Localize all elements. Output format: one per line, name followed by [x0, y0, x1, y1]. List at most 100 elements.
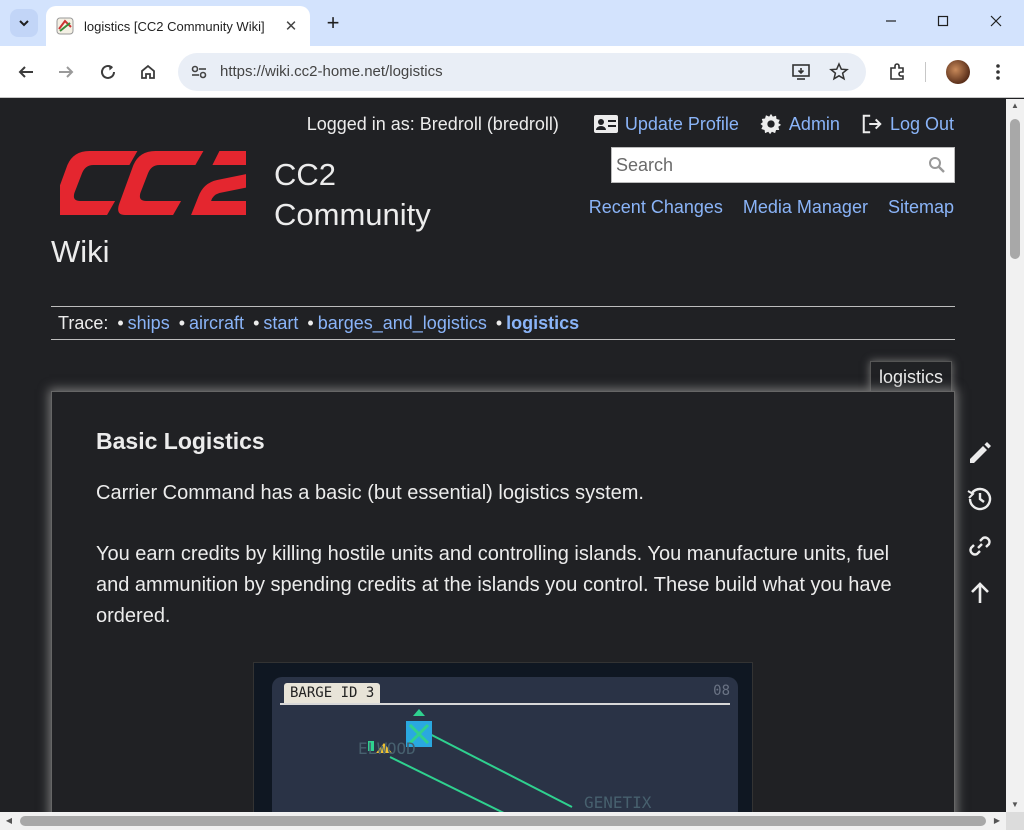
minimize-icon [886, 20, 896, 22]
scroll-right-arrow[interactable]: ▶ [990, 812, 1004, 830]
forward-button[interactable] [51, 57, 81, 87]
paragraph-credits: You earn credits by killing hostile unit… [96, 543, 892, 627]
barge-route-map [368, 709, 573, 812]
barge-label-text: BARGE ID 3 [290, 685, 375, 701]
admin-link[interactable]: Admin [759, 113, 840, 135]
install-app-icon[interactable] [790, 61, 812, 83]
arrow-up-icon [971, 582, 989, 603]
maximize-icon [937, 15, 949, 27]
page-content: Basic Logistics Carrier Command has a ba… [51, 391, 955, 812]
island-label-elwood: ELWOOD [358, 739, 416, 758]
url-text[interactable]: https://wiki.cc2-home.net/logistics [220, 63, 443, 80]
media-manager-link[interactable]: Media Manager [743, 197, 868, 218]
chevron-down-icon [19, 20, 29, 27]
site-title-line2: Community [274, 197, 431, 232]
breadcrumb: Trace: • ships • aircraft • start • barges_a… [51, 306, 955, 340]
back-button[interactable] [11, 57, 41, 87]
scroll-up-arrow[interactable]: ▲ [1006, 99, 1024, 113]
sitemap-link[interactable]: Sitemap [888, 197, 954, 218]
scrollbar-corner [1006, 812, 1024, 830]
trace-item-barges[interactable]: barges_and_logistics [318, 313, 487, 333]
horizontal-scroll-thumb[interactable] [20, 816, 986, 826]
trace-item-ships[interactable]: ships [128, 313, 170, 333]
history-icon [967, 487, 992, 511]
island-label-genetix: GENETIX [584, 793, 652, 812]
site-tools: Recent Changes Media Manager Sitemap [589, 197, 954, 218]
trace-separator: • [178, 313, 186, 333]
reload-icon [101, 64, 115, 79]
link-icon [969, 536, 991, 556]
home-button[interactable] [133, 57, 163, 87]
minimize-button[interactable] [868, 8, 914, 38]
tab-title: logistics [CC2 Community Wiki] [84, 18, 265, 34]
edit-page-button[interactable] [962, 434, 998, 470]
horizontal-scrollbar[interactable]: ◀ ▶ [0, 812, 1006, 830]
new-tab-button[interactable]: + [320, 10, 346, 36]
trace-separator: • [495, 313, 503, 333]
tab-close-icon[interactable]: ✕ [282, 17, 300, 35]
screenshot-header-line [280, 703, 730, 705]
trace-label: Trace: [58, 313, 109, 333]
trace-separator: • [117, 313, 124, 333]
tab-search-button[interactable] [10, 9, 38, 37]
trace-item-aircraft[interactable]: aircraft [189, 313, 244, 333]
vertical-scroll-thumb[interactable] [1010, 119, 1020, 259]
extensions-button[interactable] [882, 57, 912, 87]
favicon-icon [56, 17, 74, 35]
trace-item-current[interactable]: logistics [506, 313, 579, 333]
arrow-left-icon [18, 66, 33, 78]
search-box [611, 147, 955, 183]
search-icon[interactable] [928, 156, 946, 174]
recent-changes-link[interactable]: Recent Changes [589, 197, 723, 218]
update-profile-link[interactable]: Update Profile [593, 113, 739, 135]
trace-separator: • [307, 313, 314, 333]
section-heading: Basic Logistics [96, 428, 265, 454]
user-tools: Logged in as: Bredroll (bredroll) Update… [307, 113, 954, 135]
update-profile-label: Update Profile [624, 113, 739, 134]
logged-in-text: Logged in as: Bredroll (bredroll) [306, 113, 559, 134]
barge-number: 08 [713, 683, 730, 699]
arrow-right-icon [59, 66, 74, 78]
back-to-top-button[interactable] [962, 575, 998, 611]
scroll-down-arrow[interactable]: ▼ [1006, 798, 1024, 812]
log-out-label: Log Out [889, 113, 954, 134]
trace-separator: • [253, 313, 260, 333]
browser-menu-button[interactable] [983, 57, 1013, 87]
barge-label: BARGE ID 3 [284, 683, 381, 703]
browser-toolbar: https://wiki.cc2-home.net/logistics [0, 46, 1024, 98]
close-icon [990, 15, 1002, 27]
gear-icon [760, 113, 782, 135]
page-tools [962, 434, 998, 622]
bookmark-star-icon[interactable] [828, 61, 850, 83]
log-out-link[interactable]: Log Out [860, 113, 954, 135]
more-vert-icon [996, 64, 1000, 80]
browser-tab[interactable]: logistics [CC2 Community Wiki] ✕ [46, 6, 310, 46]
site-title-line1: CC2 [274, 157, 337, 192]
barge-screenshot[interactable]: BARGE ID 3 08 ELWOOD GENETIX [253, 662, 753, 812]
vertical-scrollbar[interactable]: ▲ ▼ [1006, 99, 1024, 812]
screenshot-screen: BARGE ID 3 08 ELWOOD GENETIX [272, 677, 738, 812]
old-revisions-button[interactable] [962, 481, 998, 517]
profile-card-icon [593, 115, 618, 133]
maximize-button[interactable] [920, 8, 966, 38]
search-input[interactable] [612, 148, 912, 182]
scroll-left-arrow[interactable]: ◀ [2, 812, 16, 830]
trace-item-start[interactable]: start [263, 313, 298, 333]
edit-icon [970, 442, 991, 463]
cc2-logo[interactable] [60, 149, 246, 217]
site-title-wiki[interactable]: Wiki [51, 234, 110, 270]
window-close-button[interactable] [973, 8, 1019, 38]
paragraph-intro: Carrier Command has a basic (but essenti… [96, 482, 644, 504]
page-name-tab: logistics [870, 361, 953, 394]
browser-tab-bar: logistics [CC2 Community Wiki] ✕ + [0, 0, 1024, 46]
site-info-icon[interactable] [188, 61, 210, 83]
backlinks-button[interactable] [962, 528, 998, 564]
admin-label: Admin [788, 113, 840, 134]
logout-icon [862, 114, 882, 134]
toolbar-divider [925, 62, 926, 82]
address-bar[interactable]: https://wiki.cc2-home.net/logistics [178, 53, 866, 91]
profile-avatar[interactable] [946, 60, 970, 84]
site-title[interactable]: CC2 Community [274, 155, 431, 235]
reload-button[interactable] [93, 57, 123, 87]
puzzle-icon [890, 63, 904, 80]
